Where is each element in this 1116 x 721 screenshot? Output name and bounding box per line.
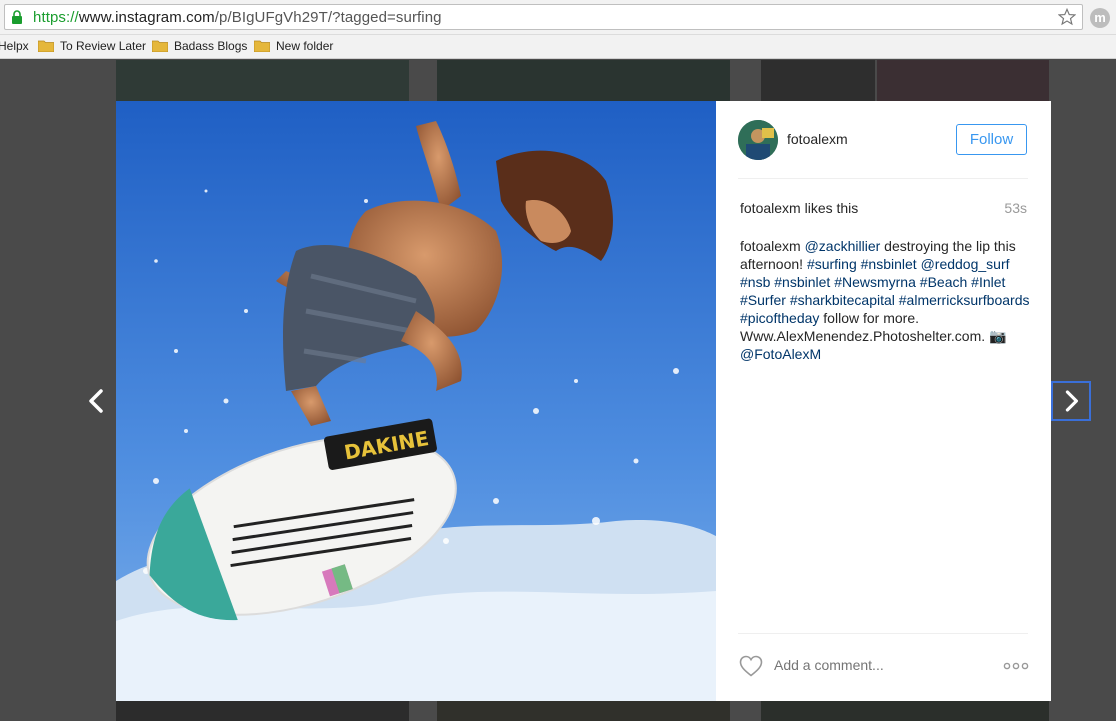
background-post-thumb — [116, 701, 409, 721]
url-scheme: https:// — [33, 9, 79, 26]
likes-line: fotoalexm likes this — [740, 200, 858, 216]
url-text: https://www.instagram.com/p/BIgUFgVh29T/… — [33, 9, 442, 26]
background-post-thumb — [761, 60, 875, 101]
likes-text: likes this — [800, 200, 859, 216]
browser-toolbar: https://www.instagram.com/p/BIgUFgVh29T/… — [0, 0, 1116, 35]
lock-icon — [12, 10, 22, 24]
caption-tag-link[interactable]: #Inlet — [971, 274, 1005, 290]
bookmark-label: New folder — [276, 39, 334, 53]
more-icon[interactable] — [1003, 661, 1029, 671]
background-post-thumb — [761, 701, 1049, 721]
caption-tag-link[interactable]: @zackhillier — [805, 238, 881, 254]
caption-tag-link[interactable]: @reddog_surf — [921, 256, 1010, 272]
bookmark-label: To Review Later — [60, 39, 147, 53]
caption: fotoalexm @zackhillier destroying the li… — [740, 237, 1032, 363]
caption-tag-link[interactable]: #picoftheday — [740, 310, 819, 326]
extension-icon[interactable]: m — [1090, 8, 1110, 28]
bookmark-helpx[interactable]: Helpx — [0, 39, 29, 53]
timestamp[interactable]: 53s — [1004, 200, 1027, 216]
post-modal: DAKINE fotoalexm Follow fotoalexm likes … — [116, 101, 1051, 701]
divider — [738, 178, 1028, 179]
caption-tag-link[interactable]: #nsb — [740, 274, 770, 290]
bookmark-label: Helpx — [0, 39, 29, 53]
caption-tag-link[interactable]: #surfing — [807, 256, 857, 272]
likes-user[interactable]: fotoalexm — [740, 200, 801, 216]
url-path: /p/BIgUFgVh29T/?tagged=surfing — [214, 9, 442, 26]
bookmark-badass-blogs[interactable]: Badass Blogs — [152, 39, 247, 53]
bookmarks-bar: Helpx To Review Later Badass Blogs New f… — [0, 35, 1116, 59]
folder-icon — [38, 40, 54, 52]
background-post-thumb — [877, 60, 1049, 101]
avatar[interactable] — [738, 120, 778, 160]
background-post-thumb — [116, 60, 409, 101]
chevron-left-icon[interactable] — [77, 381, 117, 421]
post-username[interactable]: fotoalexm — [787, 131, 848, 147]
caption-tag-link[interactable]: #almerricksurfboards — [899, 292, 1030, 308]
caption-username[interactable]: fotoalexm — [740, 238, 801, 254]
caption-body: @zackhillier destroying the lip this aft… — [740, 238, 1029, 362]
bookmark-to-review-later[interactable]: To Review Later — [38, 39, 146, 53]
chevron-right-icon[interactable] — [1051, 381, 1091, 421]
url-host: www.instagram.com — [78, 9, 215, 26]
bookmark-new-folder[interactable]: New folder — [254, 39, 333, 53]
caption-tag-link[interactable]: #sharkbitecapital — [790, 292, 895, 308]
post-sidebar: fotoalexm Follow fotoalexm likes this 53… — [716, 101, 1051, 701]
caption-tag-link[interactable]: @FotoAlexM — [740, 346, 821, 362]
follow-button[interactable]: Follow — [956, 124, 1027, 155]
folder-icon — [254, 40, 270, 52]
bookmark-label: Badass Blogs — [174, 39, 248, 53]
post-photo: DAKINE — [116, 101, 716, 701]
background-post-thumb — [437, 60, 730, 101]
divider — [738, 633, 1028, 634]
star-icon[interactable] — [1058, 8, 1076, 26]
caption-tag-link[interactable]: #Newsmyrna — [834, 274, 916, 290]
caption-tag-link[interactable]: #Beach — [920, 274, 967, 290]
folder-icon — [152, 40, 168, 52]
background-post-thumb — [437, 701, 730, 721]
caption-tag-link[interactable]: #nsbinlet — [774, 274, 830, 290]
address-bar[interactable]: https://www.instagram.com/p/BIgUFgVh29T/… — [4, 4, 1083, 30]
caption-tag-link[interactable]: #nsbinlet — [861, 256, 917, 272]
heart-icon[interactable] — [739, 655, 763, 677]
comment-input[interactable] — [774, 657, 974, 673]
caption-tag-link[interactable]: #Surfer — [740, 292, 786, 308]
